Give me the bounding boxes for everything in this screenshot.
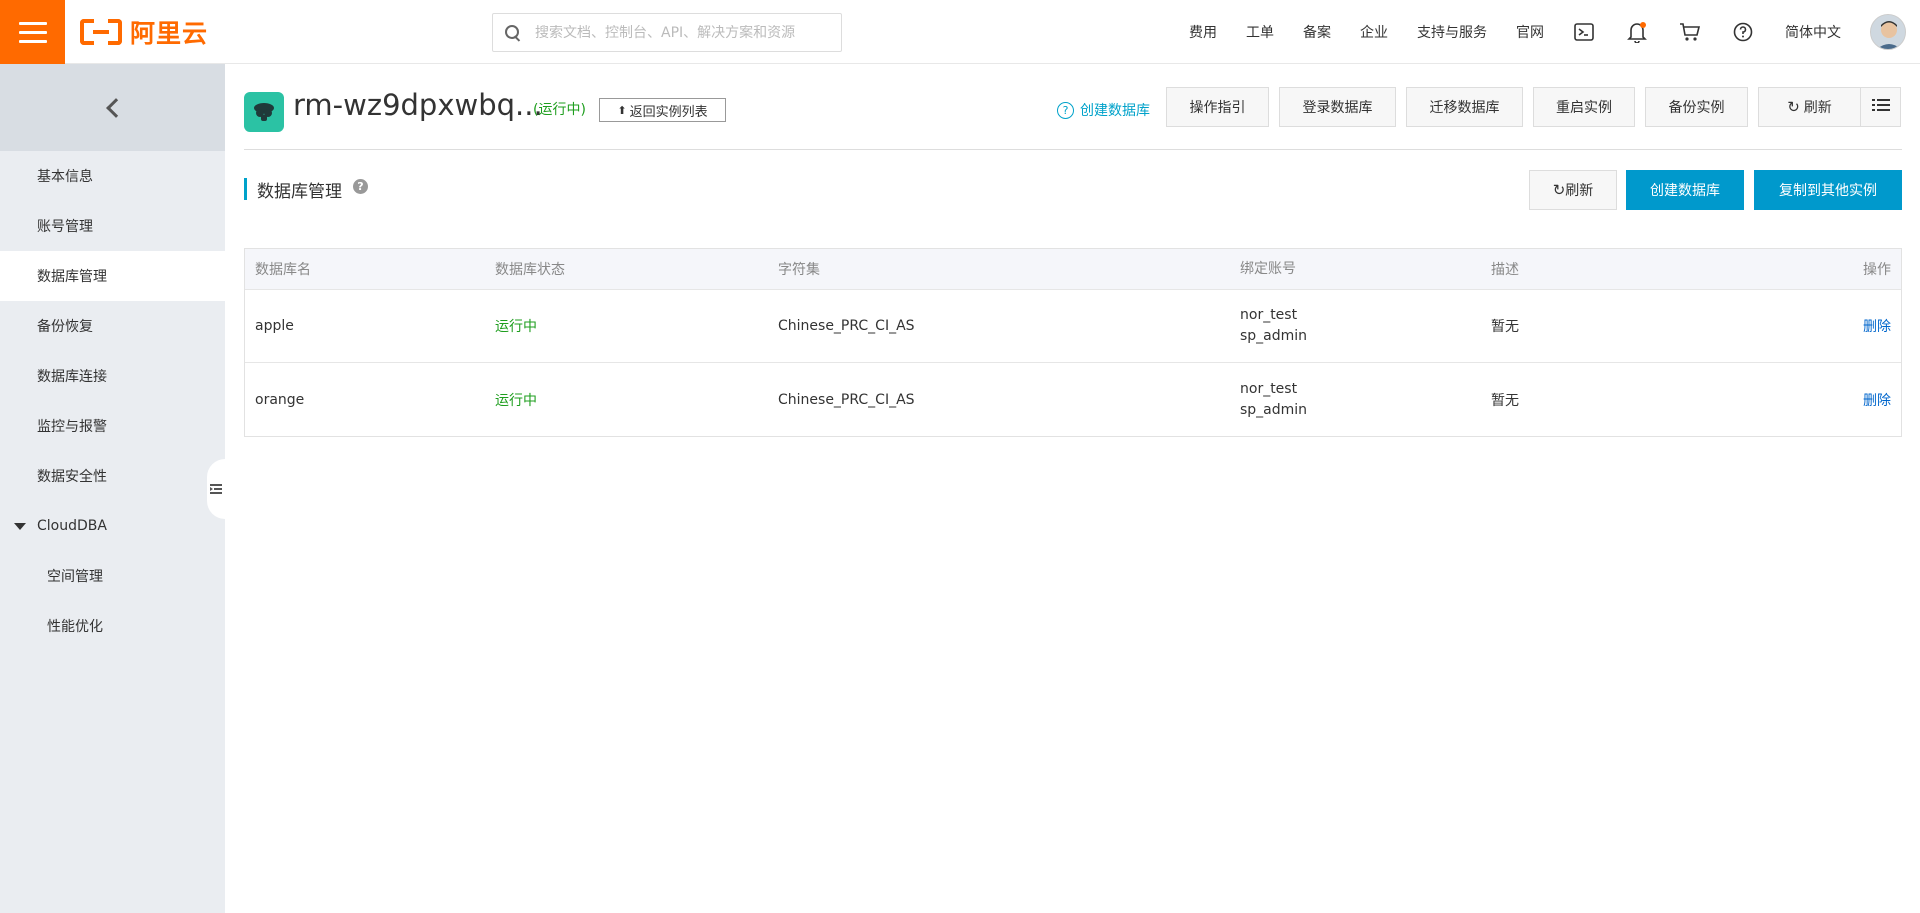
create-database-link-label: 创建数据库: [1080, 103, 1150, 119]
nav-official-site[interactable]: 官网: [1516, 22, 1544, 42]
sidebar-item-basic-info[interactable]: 基本信息: [0, 151, 225, 201]
column-header: 描述: [1491, 262, 1519, 278]
refresh-icon: ↻: [1552, 181, 1566, 199]
refresh-list-label: 刷新: [1565, 183, 1594, 199]
db-name: orange: [255, 391, 305, 408]
list-view-button[interactable]: [1860, 87, 1901, 127]
cart-icon[interactable]: [1679, 21, 1701, 43]
back-button[interactable]: [0, 64, 225, 151]
aliyun-logo[interactable]: 阿里云: [80, 16, 208, 48]
sidebar-item-security[interactable]: 数据安全性: [0, 451, 225, 501]
instance-status: (运行中): [533, 102, 586, 118]
question-icon[interactable]: ?: [353, 179, 368, 194]
account-name: sp_admin: [1240, 401, 1308, 418]
section-title: 数据库管理: [244, 178, 342, 202]
caret-down-icon: [14, 522, 26, 530]
sidebar-item-backup[interactable]: 备份恢复: [0, 301, 225, 351]
db-status: 运行中: [495, 319, 537, 335]
header-divider: [244, 149, 1902, 150]
logo-mark-icon: [80, 19, 122, 45]
db-description: 暂无: [1491, 392, 1519, 409]
bell-icon[interactable]: [1626, 21, 1648, 43]
database-table: 数据库名 数据库状态 字符集 绑定账号 描述 操作 apple 运行中 Chin…: [244, 248, 1902, 437]
refresh-label: 刷新: [1803, 100, 1832, 116]
sidebar-item-accounts[interactable]: 账号管理: [0, 201, 225, 251]
sidebar-collapse-handle[interactable]: [207, 459, 225, 519]
login-database-button[interactable]: 登录数据库: [1279, 87, 1396, 127]
table-header: 数据库名 数据库状态 字符集 绑定账号 描述 操作: [245, 249, 1901, 290]
back-to-list-button[interactable]: ⬆ 返回实例列表: [599, 98, 726, 122]
db-description: 暂无: [1491, 319, 1519, 335]
refresh-list-button[interactable]: ↻ 刷新: [1529, 170, 1617, 210]
collapse-icon: [210, 483, 222, 495]
nav-enterprise[interactable]: 企业: [1360, 22, 1388, 42]
db-status: 运行中: [495, 392, 537, 409]
nav-filing[interactable]: 备案: [1303, 22, 1331, 42]
help-icon[interactable]: [1732, 21, 1754, 43]
refresh-instance-button[interactable]: ↻ 刷新: [1758, 87, 1861, 127]
search-input[interactable]: [535, 24, 835, 41]
terminal-icon[interactable]: [1573, 21, 1595, 43]
avatar[interactable]: [1870, 14, 1906, 50]
column-header: 操作: [1863, 262, 1891, 278]
sidebar-group-label: CloudDBA: [37, 518, 107, 534]
logo-text: 阿里云: [130, 19, 209, 48]
table-row: orange 运行中 Chinese_PRC_CI_AS nor_test sp…: [245, 363, 1901, 436]
db-accounts: nor_test sp_admin: [1240, 305, 1307, 347]
account-name: sp_admin: [1240, 328, 1308, 344]
sidebar: 基本信息 账号管理 数据库管理 备份恢复 数据库连接 监控与报警 数据安全性 C…: [0, 64, 225, 913]
refresh-icon: ↻: [1787, 98, 1800, 116]
sidebar-item-space[interactable]: 空间管理: [0, 551, 225, 601]
nav-ticket[interactable]: 工单: [1246, 22, 1274, 42]
chevron-left-icon: [105, 97, 126, 118]
instance-icon: [244, 92, 284, 132]
top-bar: 阿里云 费用 工单 备案 企业 支持与服务 官网 简体中文: [0, 0, 1920, 64]
column-header: 数据库名: [255, 262, 311, 278]
nav-fees[interactable]: 费用: [1189, 22, 1217, 42]
column-header: 数据库状态: [495, 262, 565, 278]
backup-instance-button[interactable]: 备份实例: [1645, 87, 1748, 127]
copy-to-instance-button[interactable]: 复制到其他实例: [1754, 170, 1902, 210]
table-row: apple 运行中 Chinese_PRC_CI_AS nor_test sp_…: [245, 290, 1901, 363]
delete-link[interactable]: 删除: [1863, 390, 1891, 410]
create-database-button[interactable]: 创建数据库: [1626, 170, 1744, 210]
column-header: 字符集: [778, 262, 820, 278]
back-to-list-label: 返回实例列表: [629, 104, 708, 120]
menu-icon[interactable]: [0, 0, 65, 64]
search-box[interactable]: [492, 13, 842, 52]
nav-support[interactable]: 支持与服务: [1417, 22, 1487, 42]
sidebar-group-clouddba[interactable]: CloudDBA: [0, 501, 225, 551]
delete-link[interactable]: 删除: [1863, 316, 1891, 336]
migrate-database-button[interactable]: 迁移数据库: [1406, 87, 1523, 127]
sidebar-item-database-mgmt[interactable]: 数据库管理: [0, 251, 225, 301]
db-charset: Chinese_PRC_CI_AS: [778, 391, 915, 408]
column-header: 绑定账号: [1240, 260, 1296, 277]
sidebar-item-connection[interactable]: 数据库连接: [0, 351, 225, 401]
account-name: nor_test: [1240, 380, 1298, 397]
restart-instance-button[interactable]: 重启实例: [1533, 87, 1635, 127]
language-switch[interactable]: 简体中文: [1785, 22, 1841, 42]
db-accounts: nor_test sp_admin: [1240, 379, 1307, 421]
create-database-link[interactable]: ? 创建数据库: [1057, 100, 1150, 120]
db-charset: Chinese_PRC_CI_AS: [778, 318, 915, 334]
arrow-up-icon: ⬆: [617, 103, 627, 117]
db-name: apple: [255, 318, 294, 334]
top-nav: 费用 工单 备案 企业 支持与服务 官网 简体中文: [1189, 0, 1920, 64]
sidebar-item-monitoring[interactable]: 监控与报警: [0, 401, 225, 451]
account-name: nor_test: [1240, 307, 1298, 323]
guide-button[interactable]: 操作指引: [1166, 87, 1269, 127]
list-icon: [1871, 98, 1890, 116]
help-circle-icon: ?: [1057, 101, 1074, 119]
instance-title: rm-wz9dpxwbq...: [293, 88, 543, 122]
search-icon: [505, 24, 521, 41]
sidebar-item-performance[interactable]: 性能优化: [0, 601, 225, 651]
